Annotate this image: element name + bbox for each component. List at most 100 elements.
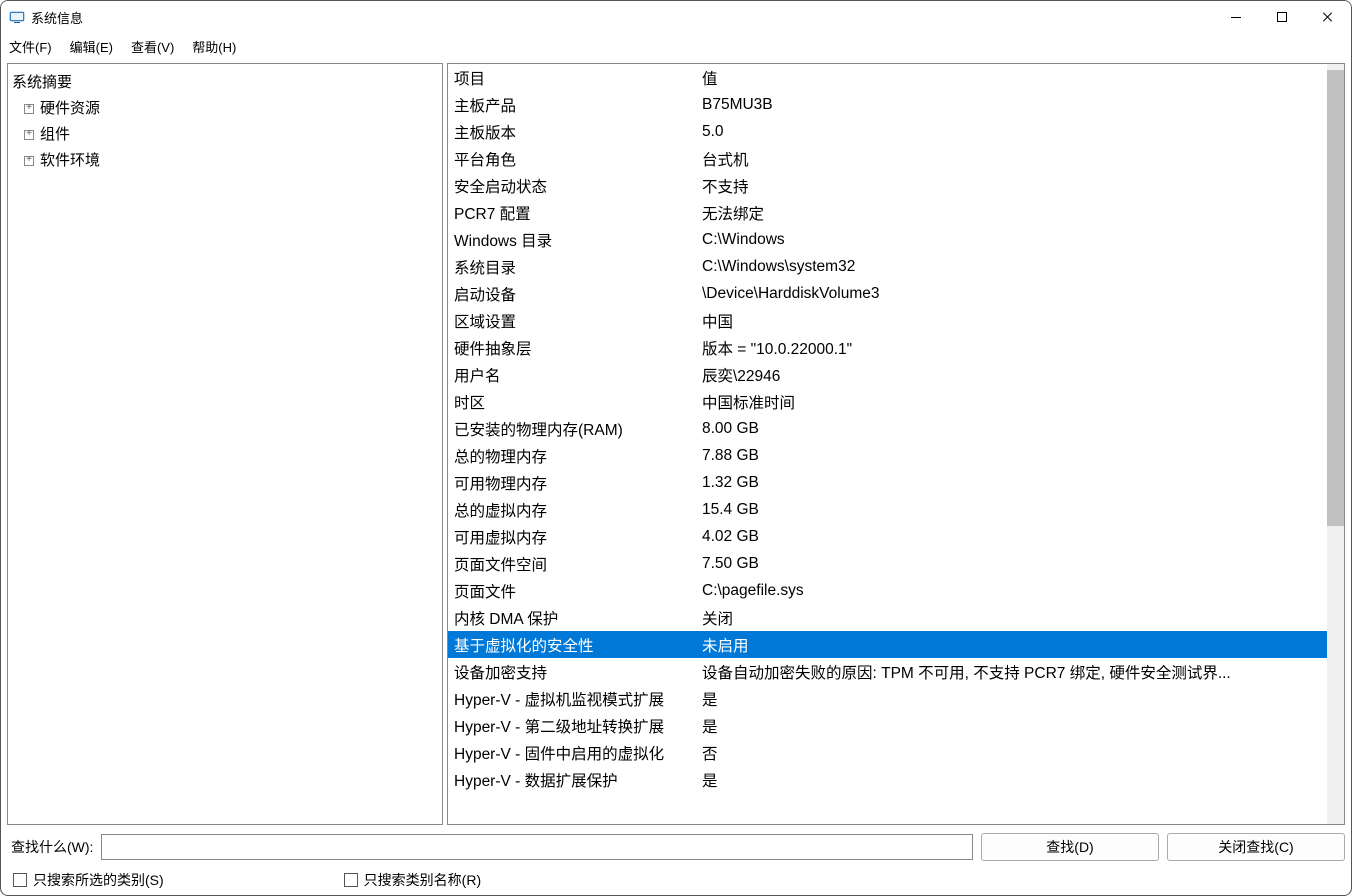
minimize-button[interactable] xyxy=(1213,1,1259,33)
menu-edit[interactable]: 编辑(E) xyxy=(68,35,115,58)
cell-key: Hyper-V - 数据扩展保护 xyxy=(454,769,702,791)
table-row[interactable]: 区域设置中国 xyxy=(448,307,1327,334)
table-row[interactable]: Windows 目录C:\Windows xyxy=(448,226,1327,253)
cell-val: 5.0 xyxy=(702,123,1319,141)
window-controls xyxy=(1213,1,1351,33)
checkbox-icon xyxy=(13,873,27,887)
tree-node-label: 硬件资源 xyxy=(40,96,100,122)
table-row[interactable]: 时区中国标准时间 xyxy=(448,388,1327,415)
tree-node[interactable]: 硬件资源 xyxy=(12,96,438,122)
cell-val: 是 xyxy=(702,769,1319,791)
table-row[interactable]: 页面文件C:\pagefile.sys xyxy=(448,577,1327,604)
titlebar: 系统信息 xyxy=(1,1,1351,33)
cell-val: 8.00 GB xyxy=(702,420,1319,438)
checkbox-selected-category[interactable]: 只搜索所选的类别(S) xyxy=(13,870,164,890)
table-row[interactable]: PCR7 配置无法绑定 xyxy=(448,199,1327,226)
cell-val: C:\Windows xyxy=(702,231,1319,249)
cell-key: 用户名 xyxy=(454,364,702,386)
search-options: 只搜索所选的类别(S) 只搜索类别名称(R) xyxy=(1,865,1351,895)
cell-key: 系统目录 xyxy=(454,256,702,278)
menu-help[interactable]: 帮助(H) xyxy=(190,35,238,58)
tree-node-label: 软件环境 xyxy=(40,148,100,174)
table-row[interactable]: 内核 DMA 保护关闭 xyxy=(448,604,1327,631)
cell-key: 总的虚拟内存 xyxy=(454,499,702,521)
header-val: 值 xyxy=(702,67,1319,89)
scrollbar-thumb[interactable] xyxy=(1327,70,1344,526)
checkbox-category-names-label: 只搜索类别名称(R) xyxy=(364,870,481,890)
table-row[interactable]: 可用虚拟内存4.02 GB xyxy=(448,523,1327,550)
tree-node[interactable]: 组件 xyxy=(12,122,438,148)
table-row[interactable]: 硬件抽象层版本 = "10.0.22000.1" xyxy=(448,334,1327,361)
vertical-scrollbar[interactable] xyxy=(1327,64,1344,824)
table-row[interactable]: Hyper-V - 虚拟机监视模式扩展是 xyxy=(448,685,1327,712)
cell-val: 中国标准时间 xyxy=(702,391,1319,413)
content-area: 系统摘要 硬件资源组件软件环境 项目值主板产品B75MU3B主板版本5.0平台角… xyxy=(1,59,1351,829)
table-row[interactable]: 用户名辰奕\22946 xyxy=(448,361,1327,388)
cell-key: 总的物理内存 xyxy=(454,445,702,467)
search-label: 查找什么(W): xyxy=(7,837,93,857)
cell-val: 是 xyxy=(702,688,1319,710)
table-row[interactable]: 设备加密支持设备自动加密失败的原因: TPM 不可用, 不支持 PCR7 绑定,… xyxy=(448,658,1327,685)
cell-key: Hyper-V - 虚拟机监视模式扩展 xyxy=(454,688,702,710)
find-button[interactable]: 查找(D) xyxy=(981,833,1159,861)
table-row[interactable]: 已安装的物理内存(RAM)8.00 GB xyxy=(448,415,1327,442)
close-find-button[interactable]: 关闭查找(C) xyxy=(1167,833,1345,861)
header-key: 项目 xyxy=(454,67,702,89)
cell-val: 版本 = "10.0.22000.1" xyxy=(702,337,1319,359)
cell-key: 硬件抽象层 xyxy=(454,337,702,359)
cell-val: 未启用 xyxy=(702,634,1319,656)
table-row[interactable]: 总的物理内存7.88 GB xyxy=(448,442,1327,469)
menu-view[interactable]: 查看(V) xyxy=(129,35,176,58)
table-row[interactable]: 可用物理内存1.32 GB xyxy=(448,469,1327,496)
tree-panel: 系统摘要 硬件资源组件软件环境 xyxy=(7,63,443,825)
cell-key: 基于虚拟化的安全性 xyxy=(454,634,702,656)
cell-val: 台式机 xyxy=(702,148,1319,170)
expand-icon[interactable] xyxy=(24,156,34,166)
tree-root[interactable]: 系统摘要 xyxy=(12,70,438,96)
table-row[interactable]: Hyper-V - 固件中启用的虚拟化否 xyxy=(448,739,1327,766)
table-row[interactable]: 主板版本5.0 xyxy=(448,118,1327,145)
tree-node[interactable]: 软件环境 xyxy=(12,148,438,174)
maximize-button[interactable] xyxy=(1259,1,1305,33)
cell-key: 设备加密支持 xyxy=(454,661,702,683)
search-bar: 查找什么(W): 查找(D) 关闭查找(C) xyxy=(1,829,1351,865)
cell-key: 页面文件 xyxy=(454,580,702,602)
table-row[interactable]: 系统目录C:\Windows\system32 xyxy=(448,253,1327,280)
table-row[interactable]: 启动设备\Device\HarddiskVolume3 xyxy=(448,280,1327,307)
tree-node-label: 组件 xyxy=(40,122,70,148)
cell-val: 4.02 GB xyxy=(702,528,1319,546)
cell-key: 页面文件空间 xyxy=(454,553,702,575)
menu-file[interactable]: 文件(F) xyxy=(7,35,54,58)
cell-key: 主板版本 xyxy=(454,121,702,143)
tree-root-label: 系统摘要 xyxy=(12,70,72,96)
table-row[interactable]: 页面文件空间7.50 GB xyxy=(448,550,1327,577)
cell-key: PCR7 配置 xyxy=(454,202,702,224)
table-row[interactable]: 基于虚拟化的安全性未启用 xyxy=(448,631,1327,658)
table-row[interactable]: Hyper-V - 数据扩展保护是 xyxy=(448,766,1327,793)
app-icon xyxy=(9,9,25,25)
table-row[interactable]: 安全启动状态不支持 xyxy=(448,172,1327,199)
table-header[interactable]: 项目值 xyxy=(448,64,1327,91)
table-row[interactable]: 主板产品B75MU3B xyxy=(448,91,1327,118)
cell-val: 是 xyxy=(702,715,1319,737)
nav-tree: 系统摘要 硬件资源组件软件环境 xyxy=(8,64,442,180)
table-row[interactable]: 总的虚拟内存15.4 GB xyxy=(448,496,1327,523)
cell-key: 时区 xyxy=(454,391,702,413)
cell-key: Windows 目录 xyxy=(454,229,702,251)
expand-icon[interactable] xyxy=(24,104,34,114)
close-button[interactable] xyxy=(1305,1,1351,33)
table-row[interactable]: Hyper-V - 第二级地址转换扩展是 xyxy=(448,712,1327,739)
cell-val: B75MU3B xyxy=(702,96,1319,114)
cell-key: 安全启动状态 xyxy=(454,175,702,197)
checkbox-category-names[interactable]: 只搜索类别名称(R) xyxy=(344,870,481,890)
expand-icon[interactable] xyxy=(24,130,34,140)
search-input[interactable] xyxy=(101,834,973,860)
table-row[interactable]: 平台角色台式机 xyxy=(448,145,1327,172)
cell-val: 设备自动加密失败的原因: TPM 不可用, 不支持 PCR7 绑定, 硬件安全测… xyxy=(702,661,1319,683)
detail-table: 项目值主板产品B75MU3B主板版本5.0平台角色台式机安全启动状态不支持PCR… xyxy=(448,64,1327,793)
cell-val: 否 xyxy=(702,742,1319,764)
window-title: 系统信息 xyxy=(31,8,83,27)
cell-val: 无法绑定 xyxy=(702,202,1319,224)
cell-val: C:\pagefile.sys xyxy=(702,582,1319,600)
cell-val: 7.88 GB xyxy=(702,447,1319,465)
